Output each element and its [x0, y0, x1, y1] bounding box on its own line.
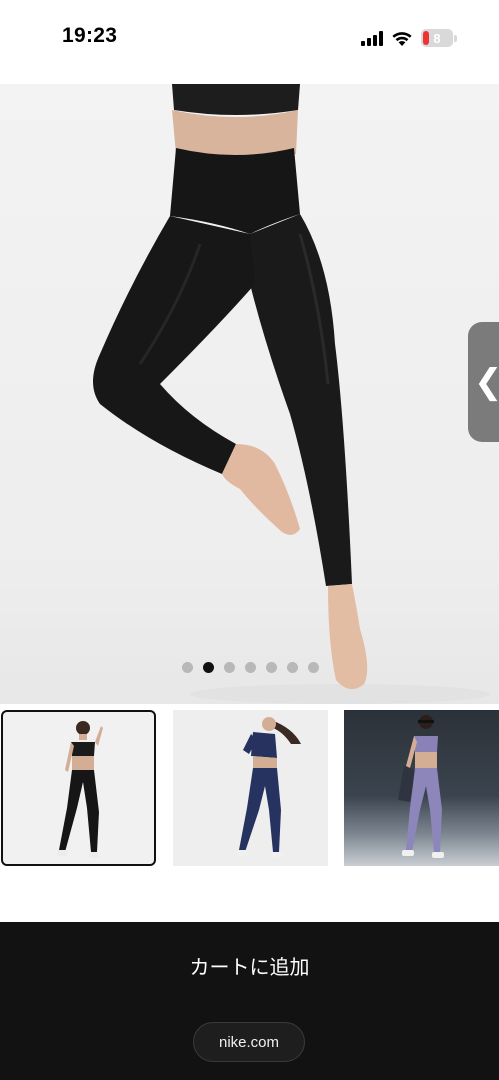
status-time: 19:23 — [62, 24, 118, 47]
carousel-dot[interactable] — [224, 662, 235, 673]
black-leggings-thumbnail-image — [57, 721, 103, 858]
status-icons: 8 — [361, 27, 457, 49]
battery-level: 8 — [433, 30, 441, 46]
carousel-dot[interactable] — [245, 662, 256, 673]
carousel-dot[interactable] — [203, 662, 214, 673]
battery-icon: 8 — [421, 29, 453, 47]
chevron-left-icon: ❮ — [474, 365, 499, 399]
battery-cap — [454, 34, 457, 42]
product-main-image[interactable] — [0, 84, 499, 704]
status-bar: 19:23 8 — [0, 0, 499, 80]
thumbnail-black-leggings[interactable] — [1, 710, 156, 866]
carousel-dot[interactable] — [287, 662, 298, 673]
carousel-dot[interactable] — [182, 662, 193, 673]
leggings-model-illustration — [93, 84, 490, 704]
signal-icon — [361, 30, 383, 46]
thumbnail-strip — [0, 708, 499, 870]
carousel-dot[interactable] — [266, 662, 277, 673]
navy-leggings-thumbnail-image — [237, 717, 301, 858]
thumbnail-navy-leggings[interactable] — [173, 710, 328, 866]
thumbnail-lavender-leggings[interactable] — [344, 710, 499, 866]
add-to-cart-button[interactable]: カートに追加 — [0, 946, 499, 984]
battery-level-fill — [423, 31, 429, 45]
carousel-pagination — [0, 662, 499, 673]
bottom-bar: カートに追加 nike.com — [0, 922, 499, 1080]
carousel-dot[interactable] — [308, 662, 319, 673]
lavender-leggings-thumbnail-image — [398, 715, 444, 858]
wifi-icon — [392, 31, 412, 46]
url-bar[interactable]: nike.com — [193, 1022, 305, 1062]
side-panel-handle[interactable]: ❮ — [468, 322, 499, 442]
